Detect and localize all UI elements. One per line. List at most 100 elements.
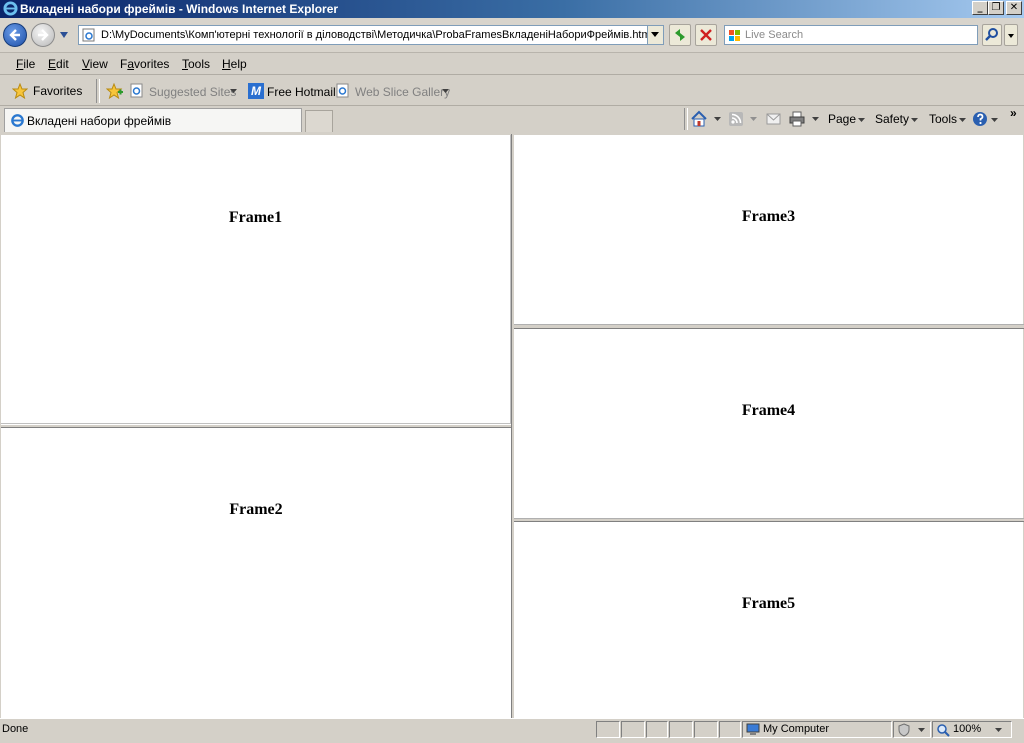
new-tab-button[interactable] <box>305 110 333 132</box>
chevron-down-icon <box>995 728 1002 732</box>
frame-4-title: Frame4 <box>741 402 796 419</box>
chevron-down-icon <box>750 117 757 121</box>
feeds-button[interactable] <box>728 110 760 128</box>
page-icon <box>82 28 95 42</box>
frame-2-title: Frame2 <box>229 501 283 518</box>
computer-icon <box>746 723 760 735</box>
toolbar-divider <box>684 108 688 130</box>
tools-menu-label: Tools <box>929 112 958 126</box>
status-pane <box>669 721 693 738</box>
status-pane <box>621 721 645 738</box>
forward-arrow-icon <box>38 29 49 41</box>
chevron-down-icon <box>442 89 449 93</box>
minimize-button[interactable]: _ <box>972 1 988 15</box>
chevron-more-icon[interactable]: » <box>1010 106 1017 120</box>
ie-page-icon <box>130 83 143 98</box>
window-title: Вкладені набори фреймів - Windows Intern… <box>20 2 339 16</box>
refresh-icon <box>675 29 685 41</box>
print-button[interactable] <box>788 110 820 128</box>
chevron-down-icon <box>991 118 998 122</box>
menu-tools[interactable]: Tools <box>182 57 210 71</box>
zoom-level: 100% <box>953 723 982 735</box>
menu-file[interactable]: File <box>16 57 35 71</box>
chevron-down-icon <box>858 118 865 122</box>
add-to-favorites-icon[interactable] <box>106 83 124 99</box>
back-button[interactable] <box>3 23 27 47</box>
frame-5[interactable]: Frame5 <box>514 522 1023 718</box>
status-pane <box>646 721 668 738</box>
menu-edit[interactable]: Edit <box>48 57 69 71</box>
status-pane <box>694 721 718 738</box>
address-input[interactable]: D:\MyDocuments\Комп'ютерні технології в … <box>101 29 647 41</box>
address-bar[interactable]: D:\MyDocuments\Комп'ютерні технології в … <box>78 25 664 45</box>
suggested-sites-link[interactable]: Suggested Sites <box>130 83 238 101</box>
ie-logo-icon <box>3 1 18 16</box>
chevron-down-icon <box>230 89 237 93</box>
status-text: Done <box>2 723 29 735</box>
search-icon <box>985 28 998 41</box>
recent-pages-dropdown-icon[interactable] <box>58 31 70 39</box>
free-hotmail-label: Free Hotmail <box>267 85 336 99</box>
free-hotmail-link[interactable]: M Free Hotmail <box>248 83 336 101</box>
frame-5-title: Frame5 <box>741 595 796 612</box>
chevron-down-icon <box>651 32 659 37</box>
restore-button[interactable]: ❐ <box>988 1 1004 15</box>
frame-4[interactable]: Frame4 <box>514 329 1023 518</box>
star-icon <box>12 83 28 99</box>
security-zone-pane[interactable]: My Computer <box>742 721 892 738</box>
close-window-button[interactable]: ✕ <box>1006 1 1022 15</box>
search-options-button[interactable] <box>1004 24 1018 46</box>
chevron-down-icon <box>1008 34 1014 38</box>
web-slice-gallery-label: Web Slice Gallery <box>355 85 451 99</box>
read-mail-icon[interactable] <box>766 112 782 126</box>
msn-m-icon: M <box>248 83 264 99</box>
ie-tab-icon <box>11 114 24 127</box>
stop-button[interactable] <box>695 24 717 46</box>
help-button[interactable] <box>972 111 1000 129</box>
favorites-button[interactable]: Favorites <box>6 80 90 102</box>
suggested-sites-label: Suggested Sites <box>149 85 237 99</box>
browser-tab[interactable]: Вкладені набори фреймів <box>4 108 302 132</box>
search-box[interactable]: Live Search <box>724 25 978 45</box>
safety-menu-label: Safety <box>875 112 910 126</box>
chevron-down-icon <box>911 118 918 122</box>
menu-favorites[interactable]: Favorites <box>120 57 169 71</box>
page-menu-button[interactable]: Page <box>828 112 866 128</box>
chevron-down-icon <box>812 117 819 121</box>
frame-2[interactable]: Frame2 <box>1 428 511 718</box>
frame-3-title: Frame3 <box>741 208 796 225</box>
frame-1-title: Frame1 <box>228 209 283 226</box>
safety-menu-button[interactable]: Safety <box>875 112 921 128</box>
frame-1[interactable]: Frame1 <box>1 135 511 424</box>
zoom-button[interactable]: 100% <box>932 721 1012 738</box>
tab-title: Вкладені набори фреймів <box>27 114 172 128</box>
search-button[interactable] <box>982 24 1002 46</box>
back-arrow-icon <box>9 29 20 41</box>
favorites-label: Favorites <box>33 84 83 98</box>
security-zone-label: My Computer <box>763 723 830 735</box>
status-pane <box>596 721 620 738</box>
menu-help[interactable]: Help <box>222 57 247 71</box>
address-dropdown-button[interactable] <box>647 26 663 44</box>
tools-menu-button[interactable]: Tools <box>929 112 969 128</box>
chevron-down-icon <box>959 118 966 122</box>
chevron-down-icon <box>918 728 925 732</box>
status-pane <box>719 721 741 738</box>
refresh-button[interactable] <box>669 24 691 46</box>
toolbar-divider <box>96 79 100 103</box>
forward-button[interactable] <box>31 23 55 47</box>
help-icon <box>973 112 987 126</box>
home-icon <box>691 110 707 127</box>
chevron-down-icon <box>714 117 721 121</box>
search-input[interactable]: Live Search <box>745 29 803 41</box>
printer-icon <box>789 111 805 127</box>
frame-3[interactable]: Frame3 <box>514 135 1023 324</box>
title-bar[interactable]: Вкладені набори фреймів - Windows Intern… <box>0 0 1024 18</box>
web-slice-gallery-link[interactable]: Web Slice Gallery <box>336 83 452 101</box>
page-menu-label: Page <box>828 112 857 126</box>
ie-page-icon <box>336 83 349 98</box>
windows-live-icon <box>729 30 740 41</box>
home-button[interactable] <box>690 110 724 128</box>
menu-view[interactable]: View <box>82 57 108 71</box>
protected-mode-button[interactable] <box>893 721 931 738</box>
